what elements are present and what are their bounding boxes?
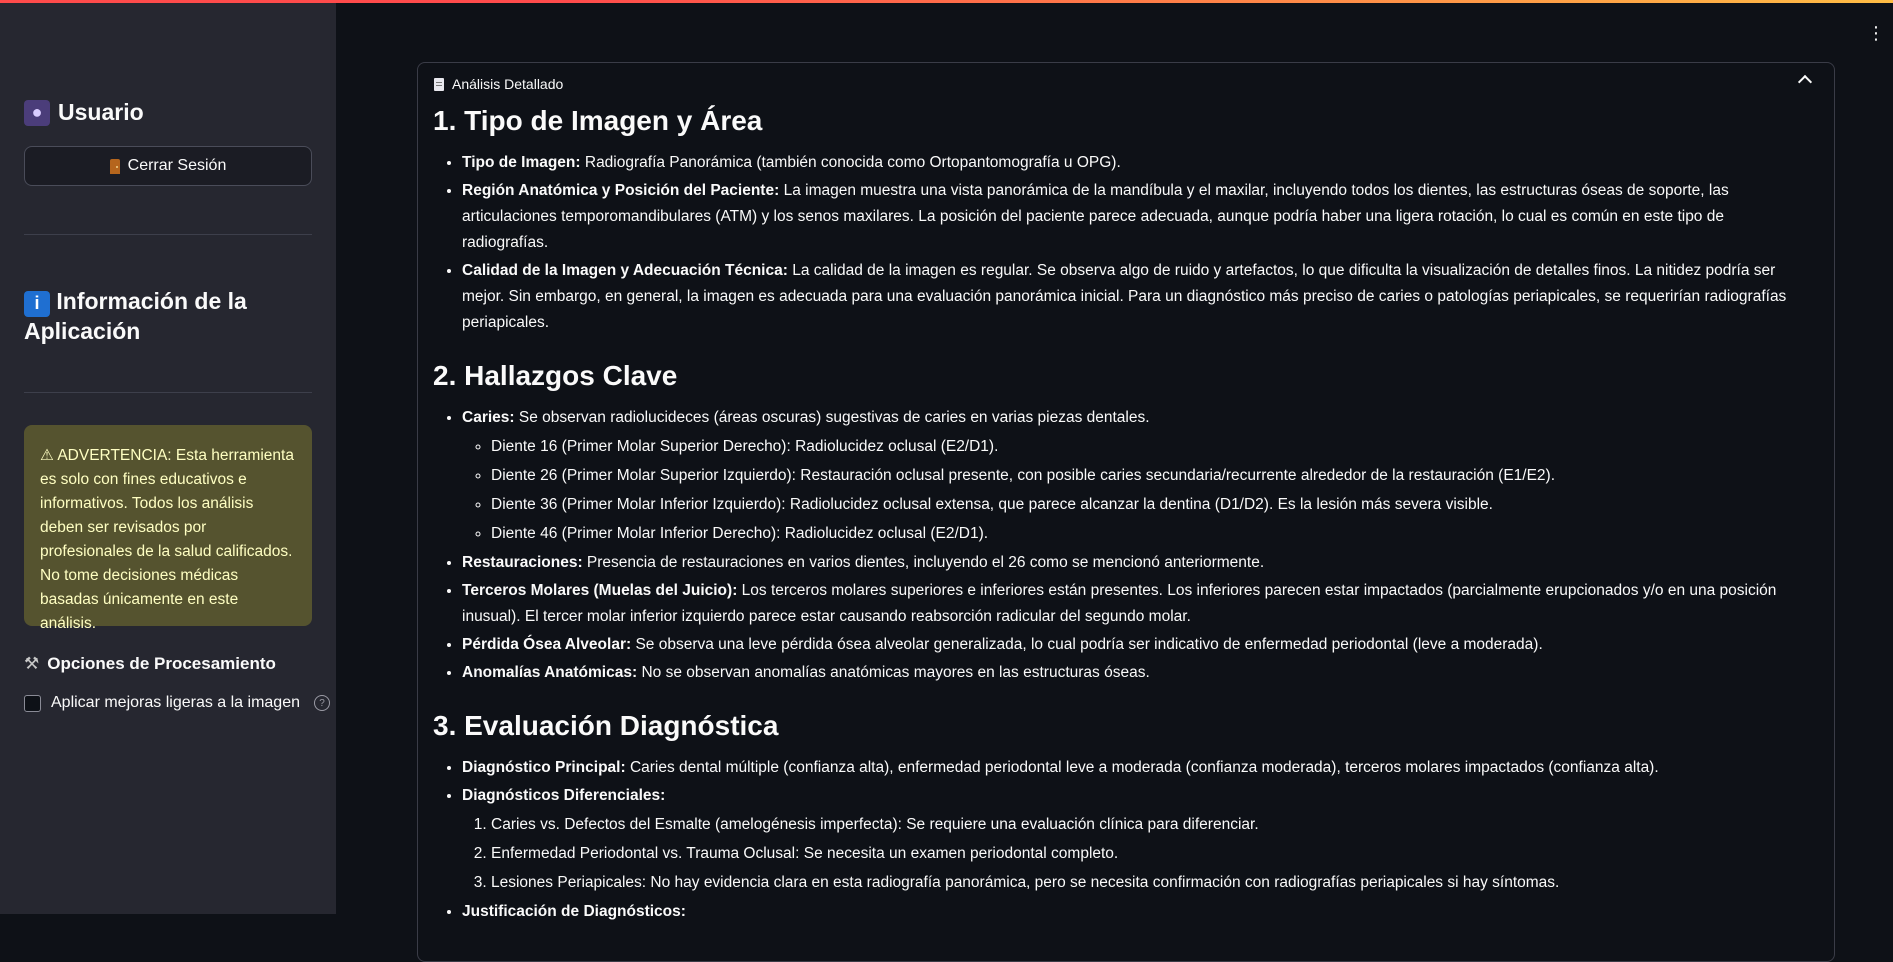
section-list: Tipo de Imagen: Radiografía Panorámica (…	[433, 150, 1813, 336]
list-item: Terceros Molares (Muelas del Juicio): Lo…	[462, 578, 1813, 630]
section-list: Diagnóstico Principal: Caries dental múl…	[433, 755, 1813, 925]
section-list: Caries: Se observan radiolucideces (área…	[433, 405, 1813, 686]
sidebar: ● Usuario Cerrar Sesión i Información de…	[0, 0, 336, 914]
list-item: Restauraciones: Presencia de restauracio…	[462, 550, 1813, 576]
user-section-heading: ● Usuario	[24, 99, 144, 126]
section-heading: 2. Hallazgos Clave	[433, 360, 678, 391]
analysis-report: 1. Tipo de Imagen y Área Tipo de Imagen:…	[433, 103, 1813, 927]
user-heading-label: Usuario	[58, 99, 144, 125]
help-icon[interactable]: ?	[314, 695, 330, 711]
list-item: Pérdida Ósea Alveolar: Se observa una le…	[462, 632, 1813, 658]
info-icon: i	[24, 290, 50, 317]
sub-list: Diente 16 (Primer Molar Superior Derecho…	[462, 434, 1813, 547]
enhance-image-label[interactable]: Aplicar mejoras ligeras a la imagen	[51, 694, 300, 712]
top-decoration-stripe	[0, 0, 1893, 3]
sub-list-item: Diente 26 (Primer Molar Superior Izquier…	[491, 463, 1813, 489]
enhance-image-checkbox[interactable]	[24, 694, 41, 712]
section-heading: 1. Tipo de Imagen y Área	[433, 105, 763, 136]
sidebar-divider	[24, 392, 312, 393]
numbered-item: Caries vs. Defectos del Esmalte (amelogé…	[491, 812, 1813, 838]
section-heading: 3. Evaluación Diagnóstica	[433, 710, 779, 741]
list-item: Diagnósticos Diferenciales: Caries vs. D…	[462, 783, 1813, 896]
logout-button[interactable]: Cerrar Sesión	[24, 146, 312, 186]
list-item: Región Anatómica y Posición del Paciente…	[462, 178, 1813, 256]
app-info-heading-label: Información de la Aplicación	[24, 288, 247, 344]
numbered-item: Enfermedad Periodontal vs. Trauma Oclusa…	[491, 841, 1813, 867]
user-icon: ●	[24, 99, 50, 126]
list-item: Justificación de Diagnósticos:	[462, 899, 1813, 925]
list-item: Diagnóstico Principal: Caries dental múl…	[462, 755, 1813, 781]
list-item: Tipo de Imagen: Radiografía Panorámica (…	[462, 150, 1813, 176]
list-item: Calidad de la Imagen y Adecuación Técnic…	[462, 258, 1813, 336]
app-info-heading: i Información de la Aplicación	[24, 287, 312, 346]
sub-list-item: Diente 46 (Primer Molar Inferior Derecho…	[491, 521, 1813, 547]
list-item: Caries: Se observan radiolucideces (área…	[462, 405, 1813, 547]
report-section-3: 3. Evaluación Diagnóstica Diagnóstico Pr…	[433, 708, 1813, 925]
detailed-analysis-expander: Análisis Detallado 1. Tipo de Imagen y Á…	[417, 62, 1835, 962]
sub-list-item: Diente 16 (Primer Molar Superior Derecho…	[491, 434, 1813, 460]
document-icon	[434, 77, 444, 91]
list-item: Anomalías Anatómicas: No se observan ano…	[462, 660, 1813, 686]
numbered-item: Lesiones Periapicales: No hay evidencia …	[491, 870, 1813, 896]
expander-title[interactable]: Análisis Detallado	[452, 76, 563, 92]
expander-header[interactable]: Análisis Detallado	[434, 76, 563, 92]
door-icon	[109, 158, 120, 174]
enhance-image-option[interactable]: Aplicar mejoras ligeras a la imagen ?	[24, 694, 330, 712]
report-section-1: 1. Tipo de Imagen y Área Tipo de Imagen:…	[433, 103, 1813, 336]
main-menu-icon[interactable]: ⋮	[1867, 24, 1885, 42]
numbered-list: Caries vs. Defectos del Esmalte (amelogé…	[462, 812, 1813, 896]
sub-list-item: Diente 36 (Primer Molar Inferior Izquier…	[491, 492, 1813, 518]
processing-options-label: Opciones de Procesamiento	[47, 654, 276, 673]
tools-icon: ⚒	[24, 654, 40, 673]
report-section-2: 2. Hallazgos Clave Caries: Se observan r…	[433, 358, 1813, 686]
sidebar-divider	[24, 234, 312, 235]
logout-button-label: Cerrar Sesión	[127, 157, 227, 174]
warning-text: ⚠ ADVERTENCIA: Esta herramienta es solo …	[40, 447, 294, 632]
warning-alert: ⚠ ADVERTENCIA: Esta herramienta es solo …	[24, 425, 312, 632]
chevron-up-icon[interactable]	[1797, 74, 1813, 90]
processing-options-heading: ⚒ Opciones de Procesamiento	[24, 654, 276, 674]
